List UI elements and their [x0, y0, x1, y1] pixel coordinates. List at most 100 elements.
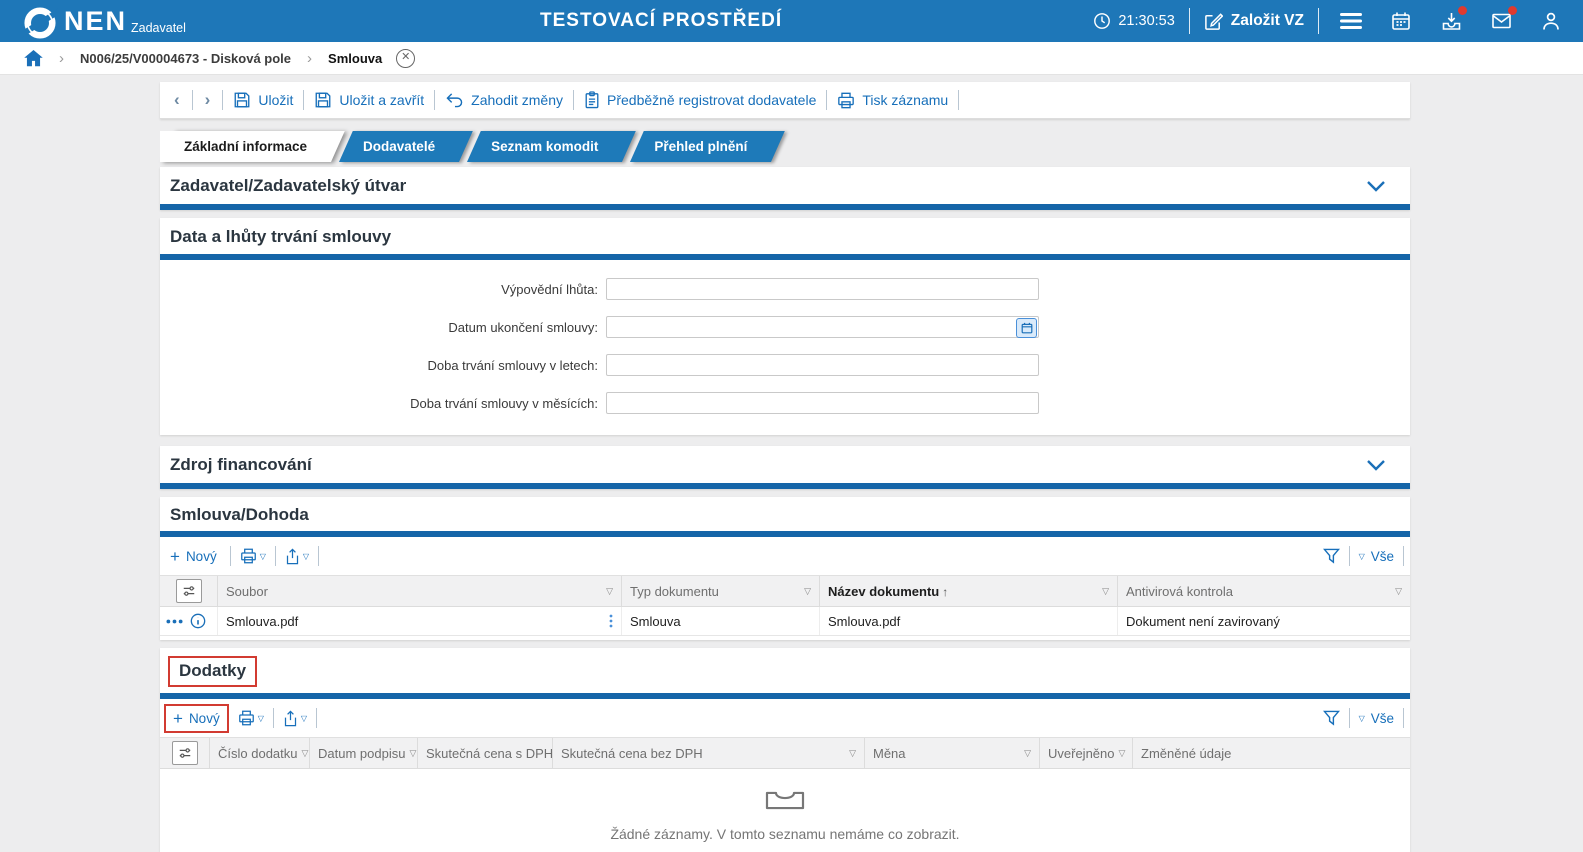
tab-seznam-komodit[interactable]: Seznam komodit	[467, 131, 622, 162]
field-label: Datum ukončení smlouvy:	[160, 320, 606, 335]
new-dodatek-button[interactable]: +Nový	[173, 711, 220, 726]
column-header-typ-dokumentu[interactable]: Typ dokumentu▽	[622, 576, 820, 606]
sort-asc-icon: ↑	[942, 585, 948, 599]
chevron-right-icon: ›	[307, 50, 312, 67]
row-menu-icon[interactable]	[166, 619, 183, 624]
view-all-label: Vše	[1371, 711, 1394, 726]
close-tab-icon[interactable]: ✕	[396, 49, 415, 68]
downloads-button[interactable]	[1439, 9, 1463, 33]
nen-application: NEN Zadavatel TESTOVACÍ PROSTŘEDÍ 21:30:…	[0, 0, 1583, 852]
record-tabs: Základní informace Dodavatelé Seznam kom…	[160, 131, 1410, 162]
form-row: Doba trvání smlouvy v měsících:	[160, 392, 1410, 414]
view-all-dropdown[interactable]: ▽Vše	[1359, 711, 1394, 726]
print-grid-button[interactable]: ▽	[240, 548, 266, 564]
novy-button-annotation: +Nový	[164, 704, 229, 733]
save-close-label: Uložit a zavřít	[339, 92, 424, 108]
nen-logo[interactable]: NEN Zadavatel	[22, 2, 186, 41]
column-header-cena-s-dph[interactable]: Skutečná cena s DPH▽	[418, 738, 553, 768]
doba-trvani-letech-input[interactable]	[606, 354, 1039, 376]
messages-button[interactable]	[1489, 9, 1513, 33]
save-button[interactable]: Uložit	[233, 91, 293, 109]
calendar-button[interactable]	[1389, 9, 1413, 33]
filter-triangle-icon[interactable]: ▽	[302, 748, 309, 759]
sliders-icon	[182, 584, 196, 598]
tab-dodavatele[interactable]: Dodavatelé	[339, 131, 459, 162]
smlouva-table-row[interactable]: Smlouva.pdf Smlouva Smlouva.pdf Dokument…	[160, 607, 1410, 636]
save-close-button[interactable]: Uložit a zavřít	[314, 91, 424, 109]
datum-ukonceni-input[interactable]	[606, 316, 1039, 338]
discard-changes-button[interactable]: Zahodit změny	[445, 92, 563, 108]
plus-icon: +	[173, 712, 183, 725]
filter-icon[interactable]	[1323, 710, 1340, 726]
clock-icon	[1093, 12, 1111, 30]
printer-icon	[238, 710, 255, 726]
divider	[826, 90, 827, 110]
export-grid-button[interactable]: ▽	[285, 548, 309, 565]
section-smlouva-dohoda: Smlouva/Dohoda +Nový ▽ ▽	[160, 497, 1410, 640]
column-header-soubor[interactable]: Soubor▽	[218, 576, 622, 606]
column-header-antivirova-kontrola[interactable]: Antivirová kontrola▽	[1118, 576, 1410, 606]
filter-triangle-icon[interactable]: ▽	[804, 586, 811, 597]
view-all-dropdown[interactable]: ▽Vše	[1359, 549, 1394, 564]
tab-prehled-plneni[interactable]: Přehled plnění	[630, 131, 771, 162]
nav-back-button[interactable]: ‹	[172, 90, 182, 110]
filter-triangle-icon[interactable]: ▽	[606, 586, 613, 597]
dropdown-triangle-icon: ▽	[260, 552, 266, 561]
datepicker-button[interactable]	[1016, 318, 1037, 338]
print-grid-button[interactable]: ▽	[238, 710, 264, 726]
form-row: Datum ukončení smlouvy:	[160, 316, 1410, 338]
nav-forward-button[interactable]: ›	[203, 90, 213, 110]
new-document-button[interactable]: +Nový	[166, 547, 221, 566]
tab-zakladni-informace[interactable]: Základní informace	[160, 131, 331, 162]
divider	[1403, 546, 1404, 566]
chevron-down-icon[interactable]	[1366, 180, 1386, 192]
person-icon	[1541, 11, 1561, 31]
column-header-uverejneno[interactable]: Uveřejněno▽	[1040, 738, 1133, 768]
profile-button[interactable]	[1539, 9, 1563, 33]
column-header-cislo-dodatku[interactable]: Číslo dodatku▽	[210, 738, 310, 768]
export-grid-button[interactable]: ▽	[283, 710, 307, 727]
main-content: ‹ › Uložit Uložit a zavřít Zahodit změny…	[160, 74, 1410, 852]
column-header-nazev-dokumentu[interactable]: Název dokumentu↑▽	[820, 576, 1118, 606]
smlouva-grid-toolbar: +Nový ▽ ▽ ▽Vše	[160, 537, 1410, 575]
filter-triangle-icon[interactable]: ▽	[1102, 586, 1109, 597]
info-icon[interactable]	[190, 613, 206, 629]
dropdown-triangle-icon: ▽	[301, 714, 307, 723]
divider	[316, 708, 317, 728]
logo-text: NEN	[64, 2, 127, 40]
vypovedni-lhuta-input[interactable]	[606, 278, 1039, 300]
breadcrumb-item-record[interactable]: N006/25/V00004673 - Disková pole	[80, 51, 291, 66]
section-title: Data a lhůty trvání smlouvy	[170, 227, 391, 246]
chevron-down-icon[interactable]	[1366, 459, 1386, 471]
field-label: Doba trvání smlouvy v měsících:	[160, 396, 606, 411]
filter-triangle-icon[interactable]: ▽	[1395, 586, 1402, 597]
column-settings-button[interactable]	[176, 579, 202, 603]
filter-triangle-icon[interactable]: ▽	[1024, 748, 1031, 759]
drag-dots-icon[interactable]	[609, 614, 613, 628]
cell-nazev: Smlouva.pdf	[820, 607, 1118, 635]
divider	[222, 90, 223, 110]
home-icon[interactable]	[24, 50, 43, 67]
export-icon	[285, 548, 300, 565]
preregister-supplier-label: Předběžně registrovat dodavatele	[607, 92, 816, 108]
column-header-datum-podpisu[interactable]: Datum podpisu▽	[310, 738, 418, 768]
tab-label: Přehled plnění	[654, 139, 747, 154]
calendar-icon	[1021, 322, 1033, 334]
print-record-button[interactable]: Tisk záznamu	[837, 92, 948, 109]
tab-label: Dodavatelé	[363, 139, 435, 154]
clock: 21:30:53	[1093, 12, 1174, 30]
column-settings-button[interactable]	[172, 741, 198, 765]
hamburger-icon	[1340, 13, 1362, 29]
filter-icon[interactable]	[1323, 548, 1340, 564]
filter-triangle-icon[interactable]: ▽	[849, 748, 856, 759]
column-header-cena-bez-dph[interactable]: Skutečná cena bez DPH▽	[553, 738, 865, 768]
create-vz-button[interactable]: Založit VZ	[1204, 12, 1304, 31]
menu-button[interactable]	[1339, 9, 1363, 33]
doba-trvani-mesicich-input[interactable]	[606, 392, 1039, 414]
column-header-zmenene-udaje[interactable]: Změněné údaje	[1133, 738, 1410, 768]
column-header-mena[interactable]: Měna▽	[865, 738, 1040, 768]
preregister-supplier-button[interactable]: Předběžně registrovat dodavatele	[584, 91, 816, 109]
filter-triangle-icon[interactable]: ▽	[409, 748, 416, 759]
filter-triangle-icon[interactable]: ▽	[1119, 748, 1126, 759]
form-row: Výpovědní lhůta:	[160, 278, 1410, 300]
